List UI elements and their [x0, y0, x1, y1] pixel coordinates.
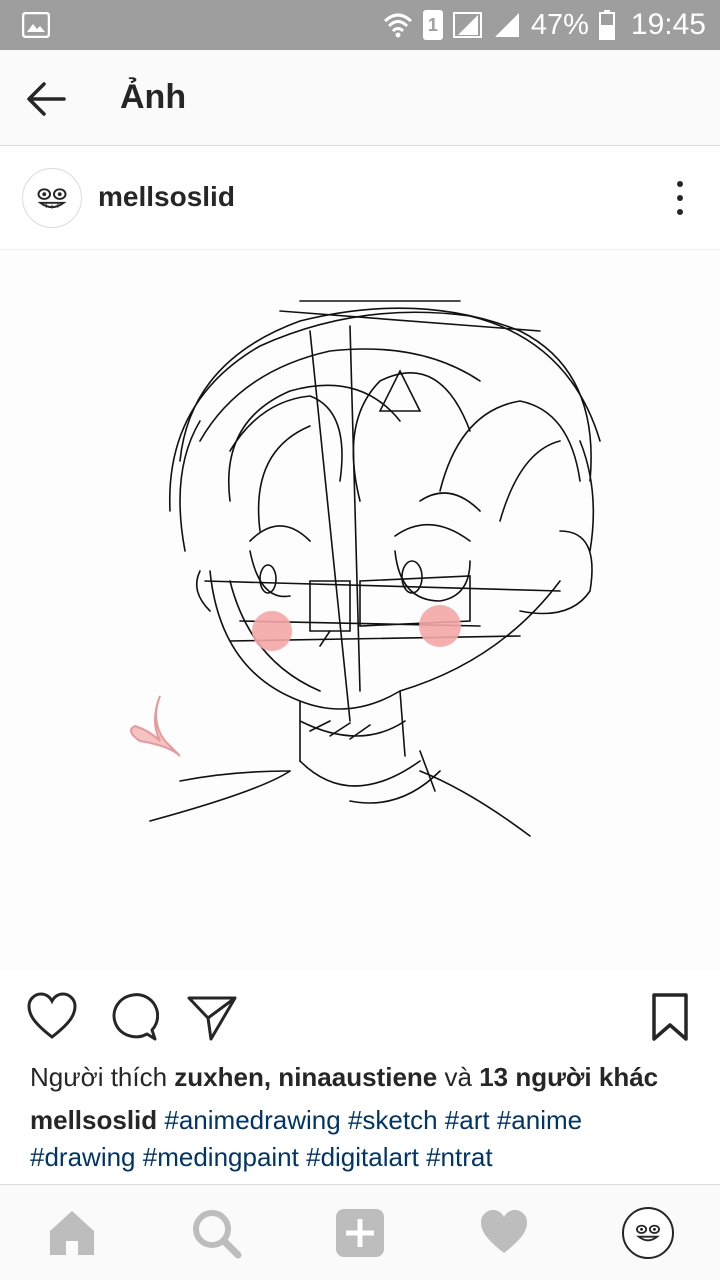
profile-avatar-icon[interactable]	[622, 1207, 674, 1259]
clock: 19:45	[630, 8, 706, 41]
likes-summary: Người thích zuxhen, ninaaustiene và 13 n…	[30, 1062, 658, 1093]
more-vertical-icon[interactable]	[670, 178, 690, 218]
likes-connector: và	[444, 1062, 472, 1092]
gallery-icon	[22, 12, 50, 38]
arrow-left-icon[interactable]	[22, 76, 68, 122]
activity-heart-icon[interactable]	[478, 1207, 530, 1259]
battery-percent: 47%	[530, 8, 589, 41]
bookmark-icon[interactable]	[644, 991, 696, 1043]
avatar[interactable]	[22, 168, 82, 228]
sim-icon: 1	[422, 10, 443, 40]
status-indicators: 1 47% 19:45	[383, 0, 706, 50]
likes-others[interactable]: 13 người khác	[479, 1062, 658, 1092]
post-caption: mellsoslid #animedrawing #sketch #art #a…	[30, 1102, 690, 1176]
signal-icon	[452, 12, 482, 38]
wifi-icon	[383, 13, 412, 38]
app-bar: Ảnh	[0, 50, 720, 146]
signal-icon-2	[494, 13, 519, 37]
add-icon[interactable]	[334, 1207, 386, 1259]
likes-users[interactable]: zuxhen, ninaaustiene	[174, 1062, 437, 1092]
heart-icon[interactable]	[26, 991, 78, 1043]
hashtag[interactable]: #medingpaint	[143, 1142, 299, 1172]
post-header: mellsoslid	[0, 148, 720, 250]
home-icon[interactable]	[46, 1207, 98, 1259]
hashtag[interactable]: #anime	[497, 1105, 582, 1135]
likes-prefix: Người thích	[30, 1062, 168, 1092]
page-title: Ảnh	[120, 78, 187, 116]
hashtag[interactable]: #sketch	[348, 1105, 438, 1135]
bottom-nav	[0, 1184, 720, 1280]
hashtag[interactable]: #drawing	[30, 1142, 136, 1172]
post-actions	[0, 985, 720, 1051]
hashtag[interactable]: #ntrat	[426, 1142, 493, 1172]
comment-icon[interactable]	[107, 991, 159, 1043]
post-username[interactable]: mellsoslid	[98, 181, 235, 213]
share-icon[interactable]	[186, 991, 238, 1043]
post-image[interactable]	[0, 251, 720, 971]
hashtag[interactable]: #animedrawing	[164, 1105, 340, 1135]
caption-author[interactable]: mellsoslid	[30, 1105, 157, 1135]
battery-icon	[598, 10, 615, 40]
hashtag[interactable]: #art	[445, 1105, 490, 1135]
hashtag[interactable]: #digitalart	[306, 1142, 419, 1172]
status-bar: 1 47% 19:45	[0, 0, 720, 50]
search-icon[interactable]	[190, 1207, 242, 1259]
